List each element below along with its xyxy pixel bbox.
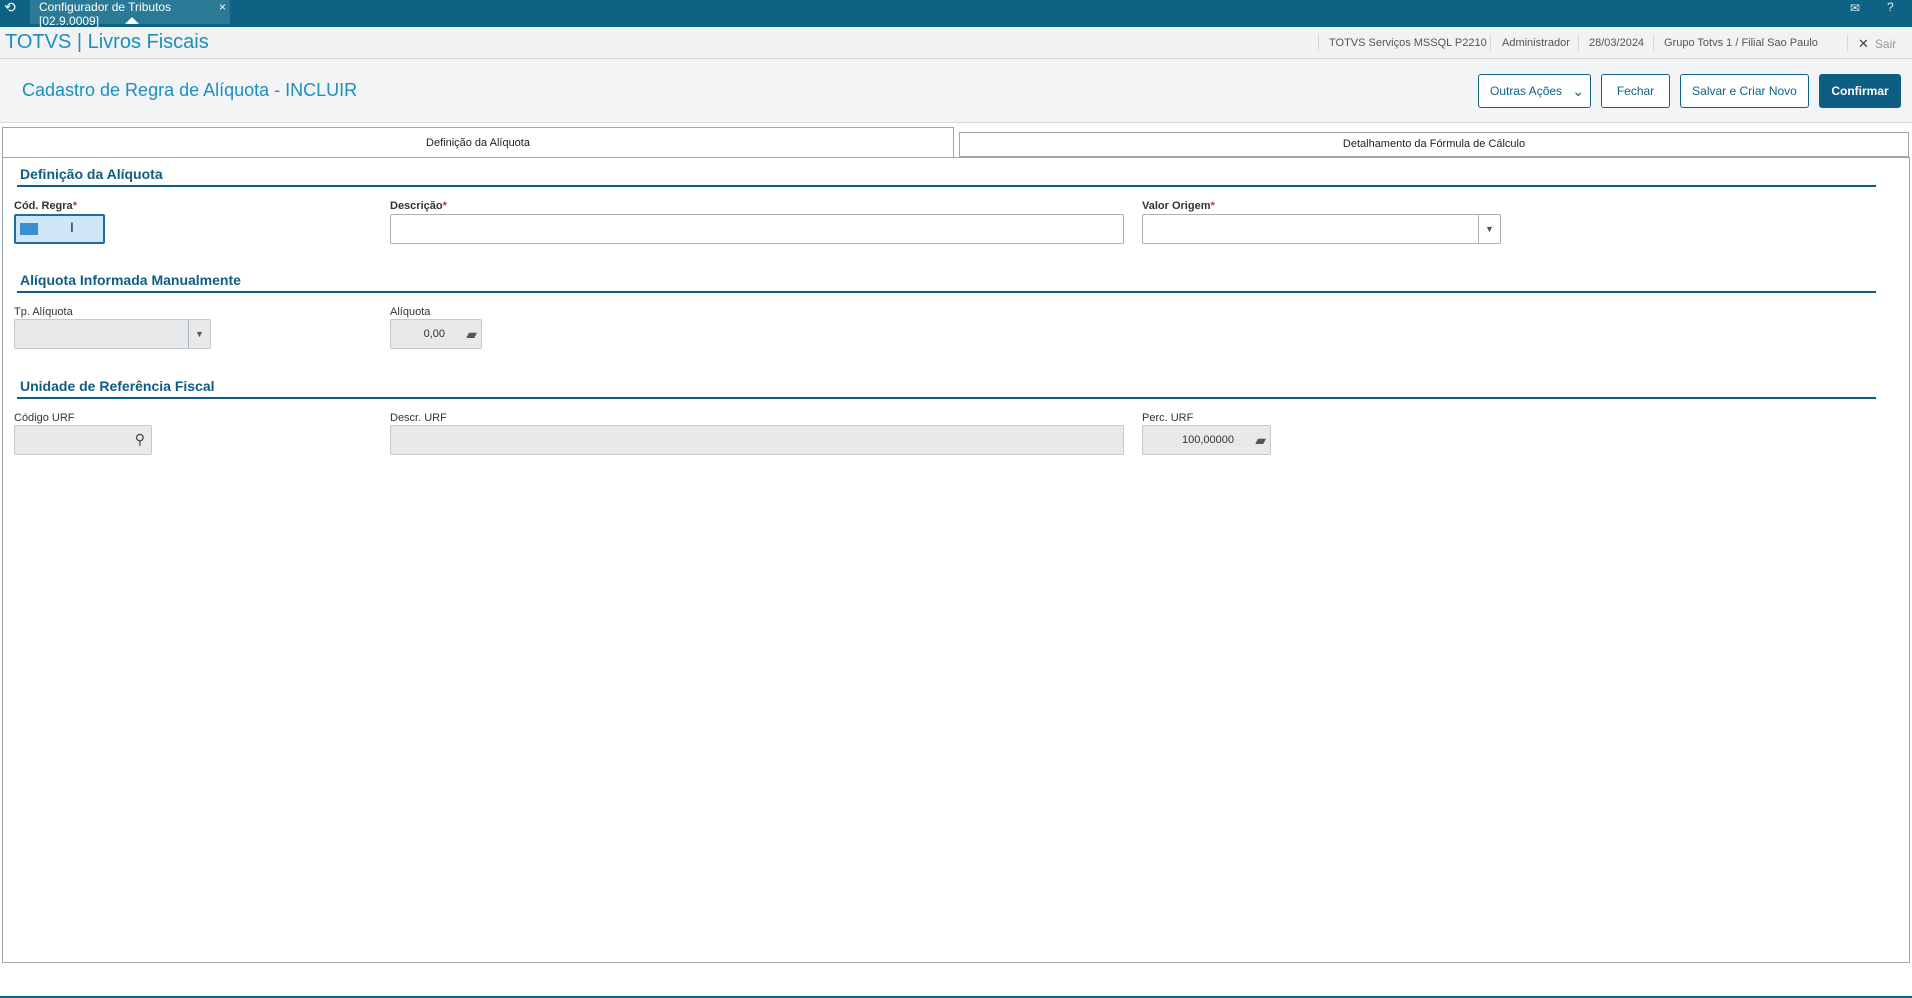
perc-urf-label: Perc. URF <box>1142 412 1194 424</box>
date-info: 28/03/2024 <box>1589 37 1645 49</box>
valor-origem-select[interactable]: ▼ <box>1142 214 1501 244</box>
perc-urf-input[interactable]: 100,00000 ▰ <box>1142 425 1271 455</box>
branch-info: Grupo Totvs 1 / Filial Sao Paulo <box>1664 37 1818 49</box>
tab-label: Definição da Alíquota <box>426 137 530 149</box>
help-icon[interactable]: ? <box>1887 0 1901 14</box>
tp-aliquota-label: Tp. Alíquota <box>14 306 73 318</box>
other-actions-label: Outras Ações <box>1490 84 1563 98</box>
header-divider <box>1578 35 1579 51</box>
tab-detalhamento-formula[interactable]: Detalhamento da Fórmula de Cálculo <box>959 132 1909 157</box>
aliquota-value: 0,00 <box>423 328 445 340</box>
active-tab-caret-icon <box>125 17 139 24</box>
section-title-manual: Alíquota Informada Manualmente <box>20 272 241 288</box>
section-title-urf: Unidade de Referência Fiscal <box>20 378 215 394</box>
confirm-label: Confirmar <box>1831 84 1889 98</box>
tab-definicao-aliquota[interactable]: Definição da Alíquota <box>2 127 954 158</box>
cod-regra-label: Cód. Regra* <box>14 200 77 212</box>
other-actions-button[interactable]: Outras Ações ⌄ <box>1478 74 1591 108</box>
open-program-tab[interactable]: Configurador de Tributos [02.9.0009] × <box>30 0 230 28</box>
header-divider <box>1653 35 1654 51</box>
descricao-label: Descrição* <box>390 200 447 212</box>
mail-icon[interactable]: ✉ <box>1850 1 1864 15</box>
app-logo-icon[interactable]: ⟲ <box>4 0 24 14</box>
cod-regra-label-text: Cód. Regra <box>14 200 73 212</box>
environment-info: TOTVS Serviços MSSQL P2210 <box>1329 37 1487 49</box>
codigo-urf-label: Código URF <box>14 412 75 424</box>
aliquota-label: Alíquota <box>390 306 431 318</box>
save-and-new-label: Salvar e Criar Novo <box>1692 84 1797 98</box>
required-marker: * <box>1210 200 1215 212</box>
form-panel: Definição da Alíquota Cód. Regra* I Desc… <box>2 157 1910 963</box>
user-info: Administrador <box>1502 37 1570 49</box>
cod-regra-input[interactable]: I <box>14 214 105 244</box>
text-cursor-icon: I <box>70 219 74 235</box>
tp-aliquota-select[interactable]: ▼ <box>14 319 211 349</box>
chevron-down-icon: ⌄ <box>1572 83 1584 99</box>
exit-label: Sair <box>1874 37 1897 51</box>
perc-urf-value: 100,00000 <box>1182 434 1234 446</box>
page-title: Cadastro de Regra de Alíquota - INCLUIR <box>22 80 358 100</box>
section-divider <box>17 397 1876 399</box>
header-divider <box>1318 35 1319 51</box>
exit-button[interactable]: ✕ Sair <box>1858 36 1896 52</box>
page-title-bar: Cadastro de Regra de Alíquota - INCLUIR … <box>0 59 1912 123</box>
required-marker: * <box>72 200 77 212</box>
section-divider <box>17 185 1876 187</box>
close-x-icon: ✕ <box>1858 36 1869 51</box>
brand-title: TOTVS | Livros Fiscais <box>5 31 209 53</box>
section-title-definicao: Definição da Alíquota <box>20 166 163 182</box>
descr-urf-label: Descr. URF <box>390 412 447 424</box>
close-icon[interactable]: × <box>219 0 226 14</box>
descricao-label-text: Descrição <box>390 200 443 212</box>
close-button[interactable]: Fechar <box>1601 74 1670 108</box>
app-header: TOTVS | Livros Fiscais TOTVS Serviços MS… <box>0 27 1912 59</box>
dropdown-arrow-icon[interactable]: ▼ <box>1478 215 1500 243</box>
descr-urf-input[interactable] <box>390 425 1124 455</box>
dropdown-arrow-icon[interactable]: ▼ <box>188 320 210 348</box>
required-marker: * <box>442 200 447 212</box>
text-selection <box>20 223 38 235</box>
search-icon[interactable]: ⚲ <box>135 431 145 448</box>
aliquota-input[interactable]: 0,00 ▰ <box>390 319 482 349</box>
valor-origem-label-text: Valor Origem <box>1142 200 1211 212</box>
open-program-tab-label: Configurador de Tributos [02.9.0009] <box>39 0 172 28</box>
confirm-button[interactable]: Confirmar <box>1819 74 1901 108</box>
tab-label: Detalhamento da Fórmula de Cálculo <box>1342 138 1526 150</box>
close-button-label: Fechar <box>1616 84 1655 98</box>
section-divider <box>17 291 1876 293</box>
codigo-urf-input[interactable]: ⚲ <box>14 425 152 455</box>
header-divider <box>1490 35 1491 51</box>
descricao-input[interactable] <box>390 214 1124 244</box>
top-tab-bar: ⟲ Configurador de Tributos [02.9.0009] ×… <box>0 0 1912 28</box>
calculator-icon[interactable]: ▰ <box>466 326 477 343</box>
save-and-new-button[interactable]: Salvar e Criar Novo <box>1680 74 1809 108</box>
valor-origem-label: Valor Origem* <box>1142 200 1215 212</box>
header-divider <box>1847 35 1848 51</box>
calculator-icon[interactable]: ▰ <box>1255 432 1266 449</box>
